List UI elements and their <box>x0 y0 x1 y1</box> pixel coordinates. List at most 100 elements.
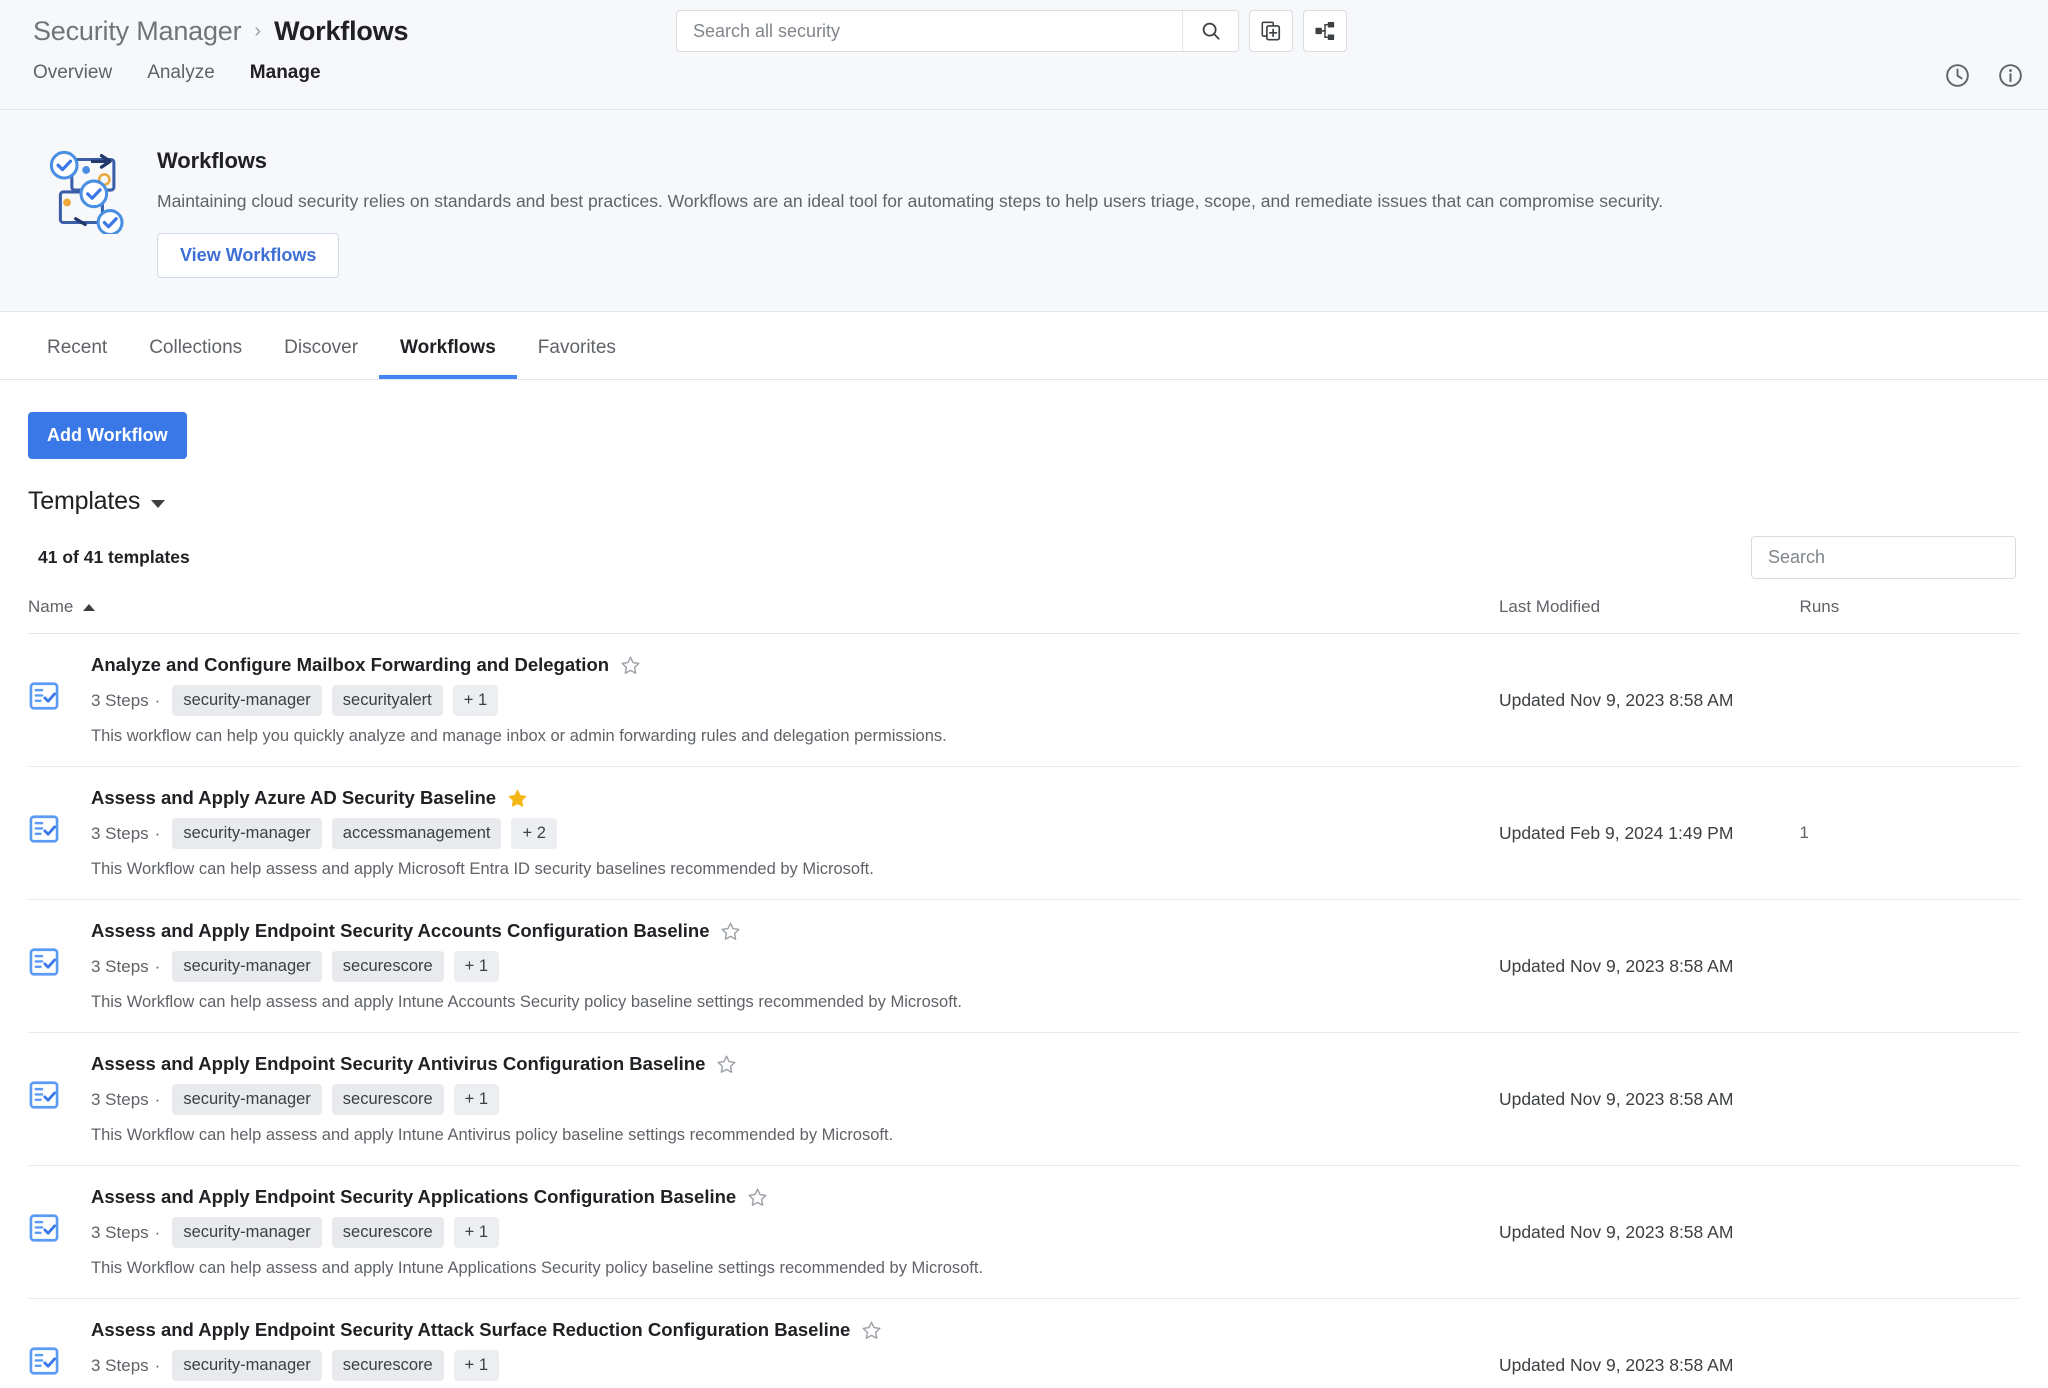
more-tags-chip[interactable]: + 1 <box>453 951 500 982</box>
more-tags-chip[interactable]: + 1 <box>453 1350 500 1381</box>
tab-favorites[interactable]: Favorites <box>517 338 637 379</box>
row-last-modified: Updated Nov 9, 2023 8:58 AM <box>1498 1298 1800 1388</box>
row-runs <box>1799 1165 2020 1299</box>
sort-ascending-icon <box>83 603 96 611</box>
header-utility-icons <box>1944 62 2024 94</box>
more-tags-chip[interactable]: + 1 <box>453 1084 500 1115</box>
table-row[interactable]: Assess and Apply Endpoint Security Appli… <box>28 1165 2020 1299</box>
hierarchy-view-button[interactable] <box>1303 10 1347 52</box>
workflow-description: This Workflow can help assess and apply … <box>91 1259 984 1277</box>
tag-chip[interactable]: security-manager <box>172 685 322 716</box>
templates-search-box[interactable] <box>1751 536 2016 579</box>
templates-dropdown-label: Templates <box>28 487 141 515</box>
favorite-star-button[interactable] <box>720 921 741 942</box>
table-row[interactable]: Assess and Apply Azure AD Security Basel… <box>28 766 2020 900</box>
workflow-title[interactable]: Assess and Apply Endpoint Security Appli… <box>91 1186 736 1208</box>
row-name-cell: Assess and Apply Endpoint Security Accou… <box>28 899 1499 1033</box>
templates-toolbar: 41 of 41 templates <box>28 536 2020 579</box>
favorite-star-button[interactable] <box>507 788 528 809</box>
favorite-star-button[interactable] <box>716 1054 737 1075</box>
meta-separator: · <box>154 1355 161 1375</box>
more-tags-chip[interactable]: + 1 <box>452 685 499 716</box>
favorite-star-button[interactable] <box>861 1320 882 1341</box>
tag-chip[interactable]: securescore <box>331 1084 444 1115</box>
meta-separator: · <box>154 1089 161 1109</box>
view-workflows-button[interactable]: View Workflows <box>157 232 340 278</box>
info-button[interactable] <box>1997 62 2024 94</box>
tab-discover[interactable]: Discover <box>263 338 379 379</box>
workflow-description: This Workflow can help assess and apply … <box>91 1126 894 1144</box>
table-row[interactable]: Analyze and Configure Mailbox Forwarding… <box>28 633 2020 767</box>
row-meta: 3 Steps · security-manager securescore + … <box>91 1217 1499 1248</box>
add-page-icon <box>1261 21 1281 41</box>
subnav-item-analyze[interactable]: Analyze <box>147 48 215 98</box>
templates-dropdown[interactable]: Templates <box>28 487 166 516</box>
workflows-banner: Workflows Maintaining cloud security rel… <box>0 110 2048 312</box>
row-name-cell: Assess and Apply Azure AD Security Basel… <box>28 766 1499 900</box>
tag-chip[interactable]: securescore <box>331 951 444 982</box>
table-row[interactable]: Assess and Apply Endpoint Security Accou… <box>28 899 2020 1033</box>
workflow-list-icon <box>29 948 59 976</box>
row-meta: 3 Steps · security-manager securityalert … <box>91 685 1499 716</box>
tag-chip[interactable]: security-manager <box>172 1350 322 1381</box>
history-button[interactable] <box>1944 62 1971 94</box>
subnav-item-overview[interactable]: Overview <box>33 48 112 98</box>
workflow-title[interactable]: Assess and Apply Endpoint Security Antiv… <box>91 1053 705 1075</box>
subnav-item-manage[interactable]: Manage <box>250 48 321 98</box>
tag-chip[interactable]: securescore <box>331 1350 444 1381</box>
chevron-down-icon <box>151 500 166 508</box>
row-runs <box>1799 899 2020 1033</box>
tag-chip[interactable]: security-manager <box>172 1217 322 1248</box>
tag-chip[interactable]: securescore <box>331 1217 444 1248</box>
row-name-cell: Assess and Apply Endpoint Security Antiv… <box>28 1032 1499 1166</box>
row-runs: 1 <box>1799 766 2020 900</box>
row-meta: 3 Steps · security-manager securescore + … <box>91 1350 1499 1381</box>
more-tags-chip[interactable]: + 1 <box>453 1217 500 1248</box>
workflow-title[interactable]: Analyze and Configure Mailbox Forwarding… <box>91 654 609 676</box>
workflow-list-icon <box>28 1079 60 1111</box>
favorite-star-button[interactable] <box>747 1187 768 1208</box>
tag-chip[interactable]: security-manager <box>172 1084 322 1115</box>
table-row[interactable]: Assess and Apply Endpoint Security Antiv… <box>28 1032 2020 1166</box>
banner-description: Maintaining cloud security relies on sta… <box>157 191 1664 211</box>
workflow-list-icon <box>29 1214 59 1242</box>
column-header-runs[interactable]: Runs <box>1799 597 2020 634</box>
breadcrumb-separator-icon: › <box>254 20 262 42</box>
column-header-last-modified[interactable]: Last Modified <box>1498 597 1800 634</box>
column-header-name-label: Name <box>28 597 74 616</box>
workflow-list-icon <box>28 1212 60 1244</box>
workflow-title[interactable]: Assess and Apply Endpoint Security Accou… <box>91 920 709 942</box>
star-outline-icon <box>621 656 640 674</box>
add-workflow-button[interactable]: Add Workflow <box>28 412 187 459</box>
steps-count: 3 Steps <box>91 956 149 976</box>
workflow-list-icon <box>29 1347 59 1375</box>
tag-chip[interactable]: security-manager <box>172 951 322 982</box>
more-tags-chip[interactable]: + 2 <box>511 818 557 849</box>
tab-recent[interactable]: Recent <box>26 338 128 379</box>
tab-collections[interactable]: Collections <box>128 338 263 379</box>
column-header-name[interactable]: Name <box>28 597 1499 634</box>
star-filled-icon <box>508 789 527 807</box>
steps-count: 3 Steps <box>91 1355 149 1375</box>
global-search-button[interactable] <box>1182 11 1238 51</box>
banner-body: Workflows Maintaining cloud security rel… <box>157 138 1663 278</box>
main-content: Add Workflow Templates 41 of 41 template… <box>0 380 2048 1388</box>
star-outline-icon <box>748 1188 767 1206</box>
global-search-input[interactable] <box>677 11 1182 51</box>
tag-chip[interactable]: security-manager <box>172 818 322 849</box>
steps-count: 3 Steps <box>91 690 149 710</box>
sub-navigation: Overview Analyze Manage <box>0 48 2048 98</box>
steps-count: 3 Steps <box>91 1089 149 1109</box>
workflow-title[interactable]: Assess and Apply Azure AD Security Basel… <box>91 787 496 809</box>
tag-chip[interactable]: securityalert <box>331 685 443 716</box>
tag-chip[interactable]: accessmanagement <box>331 818 502 849</box>
tab-workflows[interactable]: Workflows <box>379 338 517 379</box>
templates-search-input[interactable] <box>1768 547 2000 568</box>
star-outline-icon <box>717 1055 736 1073</box>
table-row[interactable]: Assess and Apply Endpoint Security Attac… <box>28 1298 2020 1388</box>
add-page-button[interactable] <box>1249 10 1293 52</box>
global-search-box[interactable] <box>676 10 1239 52</box>
workflow-title[interactable]: Assess and Apply Endpoint Security Attac… <box>91 1319 850 1341</box>
favorite-star-button[interactable] <box>620 655 641 676</box>
breadcrumb-root[interactable]: Security Manager <box>33 16 242 47</box>
